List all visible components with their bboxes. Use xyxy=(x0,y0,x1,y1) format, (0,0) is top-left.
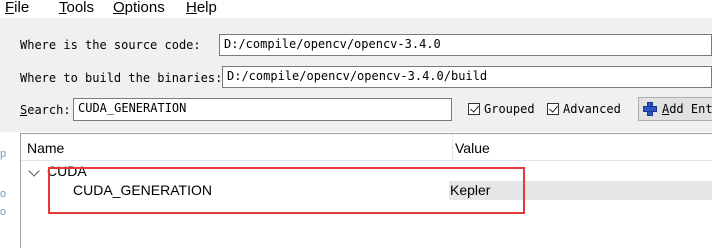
highlight-annotation-box xyxy=(48,167,525,214)
grouped-checkbox[interactable]: Grouped xyxy=(468,102,535,116)
add-entry-button[interactable]: Add Entry xyxy=(638,97,712,121)
build-path-input[interactable]: D:/compile/opencv/opencv-3.4.0/build xyxy=(222,66,712,88)
chevron-down-icon[interactable] xyxy=(28,165,40,177)
checkbox-checked-icon xyxy=(468,103,480,115)
column-header-name[interactable]: Name xyxy=(27,140,64,156)
search-input[interactable]: CUDA_GENERATION xyxy=(73,98,452,121)
tree-header: Name Value xyxy=(21,134,712,161)
source-path-label: Where is the source code: xyxy=(20,38,201,52)
menu-help[interactable]: Help xyxy=(186,0,217,16)
menu-tools[interactable]: Tools xyxy=(59,0,94,16)
menubar: File Tools Options Help xyxy=(0,0,712,18)
column-separator[interactable] xyxy=(452,134,453,160)
background-window-text: p xyxy=(0,148,7,160)
checkbox-checked-icon xyxy=(547,103,559,115)
menu-options[interactable]: Options xyxy=(113,0,165,16)
add-entry-label: Add Entry xyxy=(661,102,712,116)
source-path-input[interactable]: D:/compile/opencv/opencv-3.4.0 xyxy=(219,34,712,56)
search-label: Search: xyxy=(20,103,71,117)
background-window-text: o xyxy=(0,206,7,218)
menu-file[interactable]: File xyxy=(5,0,29,16)
plus-icon xyxy=(643,102,657,116)
build-path-label: Where to build the binaries: xyxy=(20,71,223,85)
grouped-label: Grouped xyxy=(484,102,535,116)
advanced-checkbox[interactable]: Advanced xyxy=(547,102,621,116)
column-header-value[interactable]: Value xyxy=(455,140,490,156)
advanced-label: Advanced xyxy=(563,102,621,116)
background-window-text: o xyxy=(0,188,7,200)
